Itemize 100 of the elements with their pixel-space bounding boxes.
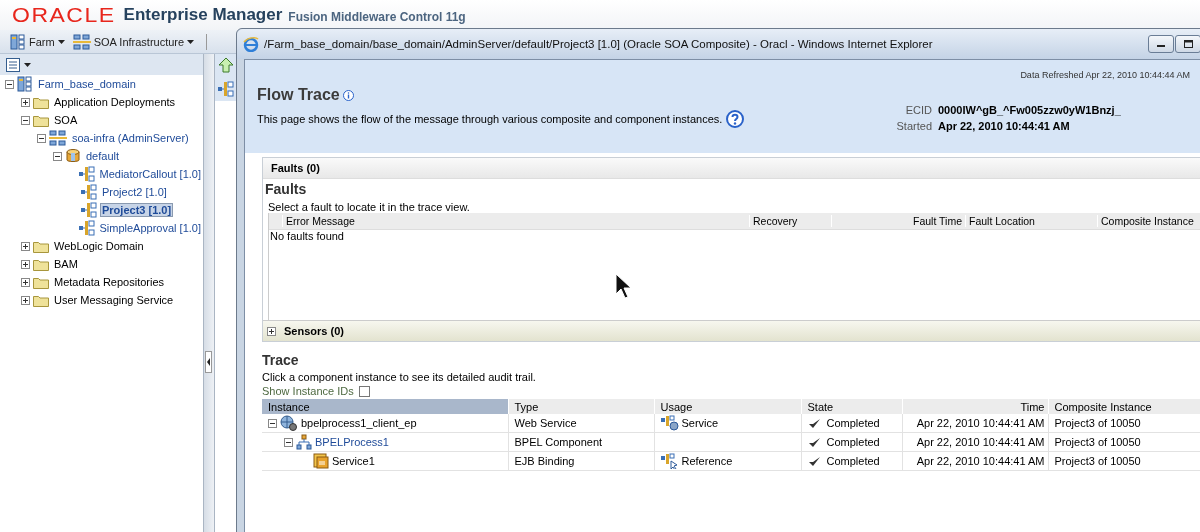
section-title: Trace — [262, 352, 300, 368]
maximize-button[interactable] — [1175, 35, 1200, 53]
column-header[interactable]: State — [801, 399, 902, 414]
page-title: Flow Trace — [257, 86, 340, 104]
column-header[interactable]: Type — [508, 399, 654, 414]
maximize-icon — [1183, 40, 1193, 48]
collapse-icon[interactable] — [37, 133, 46, 143]
composite-icon — [81, 184, 97, 200]
dropdown-caret-icon[interactable] — [187, 39, 195, 44]
instance-name[interactable]: Service1 — [332, 455, 375, 467]
state-label: Completed — [826, 436, 880, 448]
column-header[interactable]: Usage — [654, 399, 801, 414]
collapse-icon[interactable] — [268, 418, 277, 428]
collapse-icon[interactable] — [53, 151, 62, 161]
folder-icon — [33, 275, 49, 289]
section-title: Faults — [264, 180, 308, 197]
collapse-pane-icon[interactable] — [205, 351, 212, 373]
expand-icon[interactable] — [21, 277, 30, 287]
info-icon[interactable] — [342, 89, 354, 101]
table-cell: BPEL Component — [508, 432, 654, 452]
service-gear-icon — [660, 415, 679, 431]
browser-icon — [243, 36, 259, 52]
tree-item[interactable]: MediatorCallout [1.0] — [97, 168, 203, 180]
dropdown-caret-icon[interactable] — [57, 39, 65, 44]
product-name: Enterprise Manager — [123, 5, 283, 25]
empty-message: No faults found — [269, 230, 345, 242]
table-cell: Apr 22, 2010 10:44:41 AM — [902, 451, 1048, 471]
data-refreshed-time: Data Refreshed Apr 22, 2010 10:44:44 AM — [1020, 70, 1190, 80]
column-header[interactable]: Instance — [262, 399, 508, 414]
column-header[interactable]: Time — [902, 399, 1048, 414]
checkbox-label: Show Instance IDs — [262, 385, 354, 397]
expand-icon[interactable] — [21, 259, 30, 269]
folder-icon — [33, 293, 49, 307]
column-header[interactable]: Error Message — [282, 215, 749, 227]
minimize-button[interactable] — [1148, 35, 1174, 53]
column-header[interactable]: Fault Time — [831, 215, 965, 227]
table-cell: Project3 of 10050 — [1048, 432, 1200, 452]
expand-icon[interactable] — [21, 241, 30, 251]
table-cell: Apr 22, 2010 10:44:41 AM — [902, 414, 1048, 433]
mouse-cursor-icon — [615, 273, 631, 299]
tree-item[interactable]: default — [84, 150, 122, 162]
dropdown-caret-icon[interactable] — [24, 62, 31, 67]
table-cell: Web Service — [508, 414, 654, 433]
servers-icon — [72, 33, 91, 50]
state-label: Completed — [826, 417, 880, 429]
checkbox[interactable] — [358, 385, 370, 397]
composite-icon — [218, 81, 234, 97]
collapse-icon[interactable] — [21, 115, 30, 125]
field-label: Started — [895, 120, 932, 132]
tree-item[interactable]: BAM — [52, 258, 80, 270]
farm-icon — [17, 76, 33, 92]
column-header[interactable]: Recovery — [749, 215, 831, 227]
instance-name[interactable]: BPELProcess1 — [315, 436, 389, 448]
tree-item[interactable]: Project3 [1.0] — [100, 203, 174, 217]
help-icon[interactable] — [726, 110, 745, 128]
state-label: Completed — [826, 455, 880, 467]
panel-header[interactable]: Sensors (0) — [263, 320, 1200, 341]
table-cell: Apr 22, 2010 10:44:41 AM — [902, 432, 1048, 452]
tree-item[interactable]: Metadata Repositories — [52, 276, 167, 288]
expand-icon[interactable] — [267, 326, 276, 336]
section-hint: Select a fault to locate it in the trace view. — [267, 200, 471, 213]
collapse-icon[interactable] — [284, 437, 293, 447]
tree-item[interactable]: soa-infra (AdminServer) — [70, 132, 191, 144]
up-arrow-icon[interactable] — [218, 57, 234, 73]
servers-icon — [49, 130, 67, 146]
instance-name[interactable]: bpelprocess1_client_ep — [301, 417, 417, 429]
table-cell: EJB Binding — [508, 451, 654, 471]
checkmark-icon — [807, 417, 821, 429]
table-cell: Project3 of 10050 — [1048, 451, 1200, 471]
column-header[interactable]: Composite Instance — [1048, 399, 1200, 414]
column-header[interactable]: Composite Instance — [1097, 215, 1200, 227]
tree-item[interactable]: SimpleApproval [1.0] — [97, 222, 203, 234]
binding-icon — [313, 453, 329, 469]
expand-icon[interactable] — [21, 295, 30, 305]
table-cell: Project3 of 10050 — [1048, 414, 1200, 433]
tree-item[interactable]: Project2 [1.0] — [100, 186, 169, 198]
cylinder-icon — [65, 148, 81, 164]
tree-item[interactable]: WebLogic Domain — [52, 240, 146, 252]
field-value: Apr 22, 2010 10:44:41 AM — [938, 120, 1071, 132]
list-view-icon[interactable] — [6, 57, 20, 72]
tree-item[interactable]: SOA — [52, 114, 80, 126]
panel-header[interactable]: Faults (0) — [263, 158, 1200, 179]
farm-icon — [10, 33, 26, 50]
reference-arrow-icon — [660, 453, 679, 469]
checkmark-icon — [807, 436, 821, 448]
logo: ORACLE — [12, 3, 116, 27]
window-title: /Farm_base_domain/base_domain/AdminServer/default/Project3 [1.0] (Oracle SOA Composite) - Oracl - Windows Internet Explorer — [264, 38, 933, 50]
toolbar-menu[interactable]: SOA Infrastructure — [72, 33, 195, 50]
collapse-icon[interactable] — [5, 79, 14, 89]
field-value: 0000IW^gB_^Fw005zzw0yW1Bnzj_ — [938, 104, 1121, 116]
product-subtitle: Fusion Middleware Control 11g — [288, 10, 466, 24]
toolbar-menu[interactable]: Farm — [10, 33, 65, 50]
folder-icon — [33, 239, 49, 253]
column-header[interactable]: Fault Location — [965, 215, 1097, 227]
page-description: This page shows the flow of the message through various composite and component instances. — [257, 113, 723, 125]
usage-label: Reference — [681, 455, 733, 467]
tree-item[interactable]: Application Deployments — [52, 96, 178, 108]
expand-icon[interactable] — [21, 97, 30, 107]
tree-item[interactable]: Farm_base_domain — [36, 78, 138, 90]
tree-item[interactable]: User Messaging Service — [52, 294, 176, 306]
